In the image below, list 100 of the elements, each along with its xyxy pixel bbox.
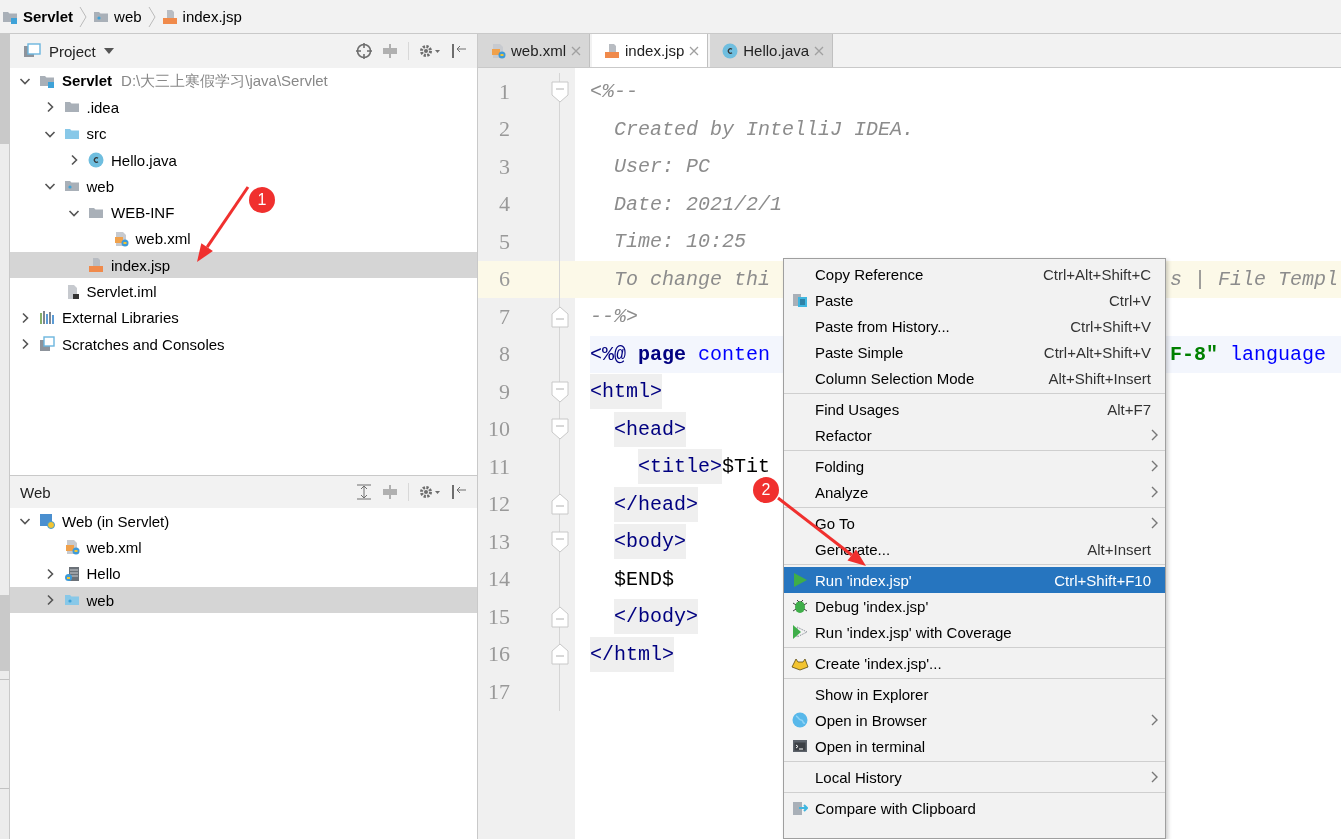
tree-item[interactable]: web: [10, 586, 477, 614]
file-icon: [604, 42, 620, 59]
gear-icon: [419, 43, 441, 59]
menu-item[interactable]: Show in Explorer: [784, 681, 1165, 707]
close-icon: [689, 45, 700, 56]
coverage-icon: [792, 624, 808, 640]
menu-item[interactable]: Folding: [784, 453, 1165, 479]
library-icon: [39, 309, 55, 326]
file-icon: [490, 42, 506, 59]
gear-icon: [419, 484, 441, 500]
globe-icon: [792, 712, 808, 728]
menu-item[interactable]: Local History: [784, 764, 1165, 790]
tree-item[interactable]: src: [10, 120, 111, 147]
class-icon: [88, 152, 104, 169]
code-line: $END$: [613, 567, 675, 591]
menu-item[interactable]: Open in terminal: [784, 733, 1165, 759]
chevron-separator-icon: [79, 5, 88, 28]
editor-tab[interactable]: web.xml: [478, 34, 590, 67]
tree-item[interactable]: Hello.java: [10, 146, 181, 174]
menu-item[interactable]: Column Selection Mode Alt+Shift+Insert: [784, 365, 1165, 391]
tree-item[interactable]: index.jsp: [10, 252, 477, 279]
code-line: To change thi: [613, 267, 771, 291]
code-line: Date: 2021/2/1: [613, 192, 783, 216]
expand-all-icon: [356, 484, 372, 500]
folder-icon: [39, 73, 55, 90]
caret-down-icon: [103, 48, 114, 54]
line-number: 12: [487, 491, 511, 518]
paste-icon: [792, 292, 808, 308]
panel-view-icon: [23, 43, 41, 59]
menu-item[interactable]: Run 'index.jsp' Ctrl+Shift+F10: [784, 567, 1165, 593]
line-number: 1: [498, 78, 511, 105]
code-line: --%>: [590, 305, 638, 329]
terminal-icon: [792, 738, 808, 754]
menu-item[interactable]: Paste Ctrl+V: [784, 287, 1165, 313]
menu-item[interactable]: Find Usages Alt+F7: [784, 396, 1165, 422]
code-line: F-8″ language: [1170, 342, 1327, 366]
code-line: Created by IntelliJ IDEA.: [613, 117, 915, 141]
run-icon: [792, 572, 808, 588]
hide-icon: [451, 43, 467, 59]
menu-item[interactable]: Copy Reference Ctrl+Alt+Shift+C: [784, 261, 1165, 287]
menu-item[interactable]: Paste Simple Ctrl+Alt+Shift+V: [784, 339, 1165, 365]
close-icon: [814, 45, 825, 56]
tree-item[interactable]: .idea: [10, 94, 124, 121]
line-number: 14: [487, 566, 511, 593]
menu-item[interactable]: Refactor: [784, 422, 1165, 448]
code-line: Time: 10:25: [613, 230, 747, 254]
menu-item[interactable]: Paste from History... Ctrl+Shift+V: [784, 313, 1165, 339]
menu-item[interactable]: Create 'index.jsp'...: [784, 650, 1165, 676]
breadcrumb-item[interactable]: Servlet: [2, 8, 74, 25]
code-line: <%--: [590, 80, 638, 104]
tree-item[interactable]: Hello: [10, 560, 125, 587]
editor-tab[interactable]: index.jsp: [592, 34, 709, 67]
panel-title[interactable]: Project: [49, 42, 96, 60]
code-line: <%@ page conten: [590, 342, 771, 366]
menu-item[interactable]: Run 'index.jsp' with Coverage: [784, 619, 1165, 645]
breadcrumb-item[interactable]: web: [93, 8, 142, 25]
file-icon: [112, 230, 129, 247]
line-number: 11: [487, 453, 511, 480]
menu-item[interactable]: Analyze: [784, 479, 1165, 505]
file-icon: [161, 8, 178, 25]
breadcrumb-item[interactable]: index.jsp: [161, 8, 242, 25]
clipboard-compare-icon: [792, 800, 808, 816]
line-number: 3: [498, 153, 511, 180]
tree-item[interactable]: web: [10, 173, 119, 200]
line-number: 7: [498, 303, 511, 330]
tree-item[interactable]: External Libraries: [10, 304, 183, 331]
hide-icon: [451, 484, 467, 500]
line-number: 5: [498, 228, 511, 255]
menu-item[interactable]: Open in Browser: [784, 707, 1165, 733]
line-number: 8: [498, 341, 511, 368]
menu-item[interactable]: Debug 'index.jsp': [784, 593, 1165, 619]
menu-item[interactable]: Go To: [784, 510, 1165, 536]
tree-item[interactable]: Servlet.iml: [10, 278, 161, 305]
line-number: 4: [498, 191, 511, 218]
tree-item[interactable]: WEB-INF: [10, 199, 179, 226]
file-icon: [88, 257, 104, 274]
tree-item[interactable]: Web (in Servlet): [10, 508, 174, 535]
server-icon: [63, 565, 80, 582]
line-number: 17: [487, 678, 511, 705]
panel-title: Web: [20, 483, 51, 501]
line-number: 10: [487, 416, 511, 443]
tree-item[interactable]: web.xml: [10, 225, 195, 253]
bug-icon: [792, 598, 808, 614]
line-number: 13: [487, 528, 511, 555]
web-module-icon: [39, 513, 55, 530]
close-icon: [571, 45, 581, 56]
window-icon: [39, 336, 55, 353]
menu-item[interactable]: Compare with Clipboard: [784, 795, 1165, 821]
class-icon: [722, 42, 739, 59]
tree-item[interactable]: Scratches and Consoles: [10, 330, 229, 358]
code-line: s | File Templ: [1170, 267, 1339, 291]
line-number: 15: [487, 603, 511, 630]
editor-tab[interactable]: Hello.java: [710, 34, 834, 67]
code-line: User: PC: [613, 155, 711, 179]
tree-item[interactable]: web.xml: [10, 534, 146, 561]
chevron-separator-icon: [147, 5, 156, 28]
line-number: 2: [498, 116, 511, 143]
tree-item[interactable]: Servlet D:\大三上寒假学习\java\Servlet: [10, 68, 332, 95]
file-icon: [63, 539, 80, 556]
line-number: 9: [498, 378, 511, 405]
